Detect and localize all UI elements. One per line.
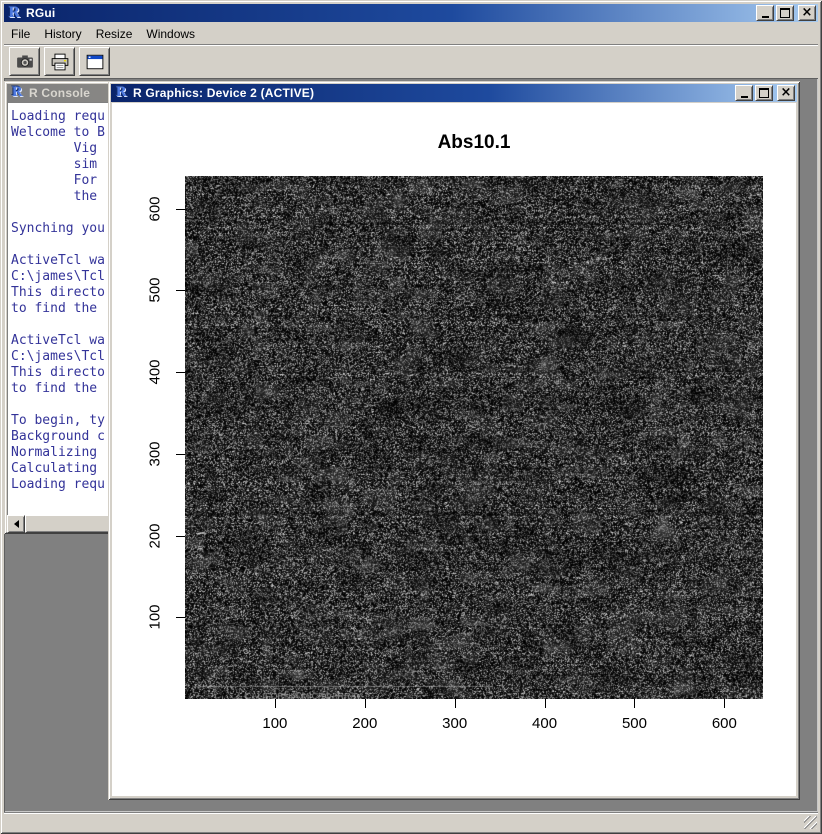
x-axis-label: 500 [622,715,647,732]
x-axis-tick [275,699,276,708]
maximize-button[interactable] [776,5,794,21]
graphics-close-button[interactable]: × [777,85,795,101]
x-axis-label: 200 [352,715,377,732]
y-axis-label: 600 [147,196,164,221]
y-axis-tick [176,536,185,537]
y-axis-label: 400 [147,360,164,385]
window-title: RGui [25,6,756,20]
y-axis-tick [176,372,185,373]
mdi-area: R R Console Loading requWelcome to B Vig… [4,78,818,812]
close-icon: × [781,88,792,98]
toolbar [4,44,818,78]
camera-icon [16,53,34,71]
menu-item[interactable]: History [37,25,88,43]
graphics-titlebar[interactable]: R R Graphics: Device 2 (ACTIVE) × [111,84,797,102]
menu-item[interactable]: File [4,25,37,43]
close-button[interactable]: × [798,5,816,21]
microarray-image [185,176,763,699]
minimize-icon [762,16,769,18]
r-logo-icon: R [6,5,22,21]
menubar: FileHistoryResizeWindows [4,24,818,43]
y-axis-label: 500 [147,278,164,303]
r-logo-icon: R [9,85,25,101]
r-logo-icon: R [113,85,129,101]
close-icon: × [802,8,813,18]
y-axis-label: 100 [147,605,164,630]
plot-client-area: Abs10.1 10020030040050060010020030040050… [112,103,796,796]
graphics-title: R Graphics: Device 2 (ACTIVE) [132,86,735,100]
y-axis-tick [176,209,185,210]
graphics-window: R R Graphics: Device 2 (ACTIVE) × Abs10.… [108,81,800,800]
x-axis-tick [545,699,546,708]
snapshot-button[interactable] [9,47,40,76]
x-axis-label: 600 [712,715,737,732]
x-axis-label: 300 [442,715,467,732]
maximize-icon [780,8,790,18]
printer-icon [51,53,69,71]
scroll-left-button[interactable] [7,515,25,533]
y-axis-tick [176,454,185,455]
left-arrow-icon [10,520,19,528]
menu-item[interactable]: Windows [139,25,202,43]
plot-frame: 100200300400500600100200300400500600 [185,176,763,699]
statusbar [4,812,818,830]
x-axis-tick [365,699,366,708]
x-axis-label: 400 [532,715,557,732]
plot-title: Abs10.1 [185,132,763,154]
y-axis-label: 300 [147,441,164,466]
maximize-icon [759,88,769,98]
titlebar[interactable]: R RGui × [4,4,818,22]
x-axis-tick [724,699,725,708]
x-axis-label: 100 [262,715,287,732]
graphics-minimize-button[interactable] [735,85,753,101]
y-axis-tick [176,290,185,291]
console-window-button[interactable] [79,47,110,76]
window-icon [86,53,104,71]
menu-item[interactable]: Resize [89,25,140,43]
graphics-maximize-button[interactable] [755,85,773,101]
minimize-icon [741,96,748,98]
rgui-window: R RGui × FileHistoryResizeWindows [0,0,822,834]
resize-grip[interactable] [804,816,817,829]
x-axis-tick [634,699,635,708]
minimize-button[interactable] [756,5,774,21]
print-button[interactable] [44,47,75,76]
x-axis-tick [455,699,456,708]
y-axis-label: 200 [147,523,164,548]
y-axis-tick [176,617,185,618]
